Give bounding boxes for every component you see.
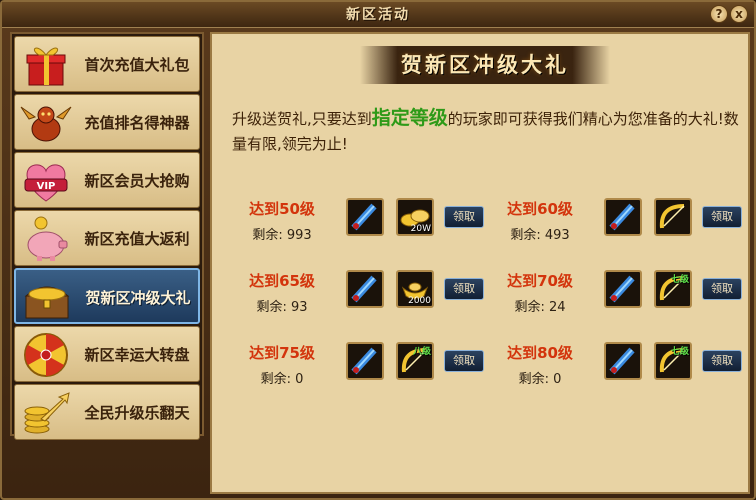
help-button[interactable]: ? [710, 5, 728, 23]
item-quantity: 20W [410, 224, 431, 234]
sidebar-item-recharge-rebate[interactable]: 新区充值大返利 [14, 210, 200, 266]
sidebar-item-level-up-gift[interactable]: 贺新区冲级大礼 [14, 268, 200, 324]
reward-row: 达到65级 剩余: 93 2000 领取 [236, 266, 494, 324]
claim-button[interactable]: 领取 [444, 206, 484, 228]
coin-stack-arrow-icon [24, 392, 70, 434]
golden-bow-icon[interactable] [654, 198, 692, 236]
scroll-icon[interactable] [346, 198, 384, 236]
piggy-bank-icon [27, 216, 68, 261]
title-bar: 新区活动 ? x [2, 2, 754, 28]
claim-button[interactable]: 领取 [702, 278, 742, 300]
claim-button[interactable]: 领取 [444, 278, 484, 300]
vip-heart-icon: VIP [24, 164, 68, 202]
reward-row: 达到80级 剩余: 0 七级 领取 [494, 338, 752, 396]
reward-level: 达到75级 [249, 344, 315, 362]
gift-box-icon [26, 47, 66, 86]
reward-row: 达到75级 剩余: 0 八级 领取 [236, 338, 494, 396]
sidebar-item-first-recharge[interactable]: 首次充值大礼包 [14, 36, 200, 92]
desc-highlight: 指定等级 [371, 107, 448, 129]
reward-remaining: 剩余: 993 [252, 228, 312, 243]
scroll-icon[interactable] [346, 270, 384, 308]
lucky-wheel-icon [24, 333, 68, 377]
gold-ingot-icon[interactable]: 2000 [396, 270, 434, 308]
sidebar-item-recharge-rank[interactable]: 充值排名得神器 [14, 94, 200, 150]
reward-remaining: 剩余: 93 [256, 300, 308, 315]
reward-row: 达到70级 剩余: 24 七级 领取 [494, 266, 752, 324]
reward-row: 达到50级 剩余: 993 20W 领取 [236, 194, 494, 252]
gold-ingots-icon[interactable]: 20W [396, 198, 434, 236]
reward-level: 达到80级 [507, 344, 573, 362]
golden-bow-icon[interactable]: 七级 [654, 270, 692, 308]
desc-text-before: 升级送贺礼,只要达到 [232, 110, 372, 128]
reward-level: 达到70级 [507, 272, 573, 290]
event-description: 升级送贺礼,只要达到指定等级的玩家即可获得我们精心为您准备的大礼!数量有限,领完… [232, 106, 742, 157]
sidebar-item-label: 全民升级乐翻天 [84, 404, 190, 422]
close-button[interactable]: x [730, 5, 748, 23]
scroll-icon[interactable] [604, 198, 642, 236]
sidebar-item-label: 充值排名得神器 [84, 114, 190, 132]
svg-text:VIP: VIP [37, 181, 56, 192]
item-grade-tag: 七级 [670, 347, 689, 357]
sidebar-item-label: 贺新区冲级大礼 [85, 289, 191, 307]
reward-level: 达到60级 [507, 200, 573, 218]
golden-bow-icon[interactable]: 八级 [396, 342, 434, 380]
reward-remaining: 剩余: 493 [510, 228, 570, 243]
sidebar: 首次充值大礼包 充值排名得神器 VIP 新区会员大抢购 新区充值大返利 贺新区冲… [10, 32, 204, 440]
claim-button[interactable]: 领取 [702, 350, 742, 372]
reward-remaining: 剩余: 0 [260, 372, 304, 387]
window-title: 新区活动 [346, 7, 410, 23]
banner: 贺新区冲级大礼 [360, 46, 610, 84]
event-window: 新区活动 ? x 首次充值大礼包 充值排名得神器 VIP 新区会员大抢购 新区充… [0, 0, 756, 500]
main-panel: 贺新区冲级大礼 升级送贺礼,只要达到指定等级的玩家即可获得我们精心为您准备的大礼… [210, 32, 750, 494]
sidebar-item-lucky-wheel[interactable]: 新区幸运大转盘 [14, 326, 200, 382]
reward-remaining: 剩余: 0 [518, 372, 562, 387]
item-quantity: 2000 [408, 296, 431, 306]
golden-bow-icon[interactable]: 七级 [654, 342, 692, 380]
sidebar-item-vip-purchase[interactable]: VIP 新区会员大抢购 [14, 152, 200, 208]
claim-button[interactable]: 领取 [702, 206, 742, 228]
sidebar-item-level-up-fun[interactable]: 全民升级乐翻天 [14, 384, 200, 440]
reward-row: 达到60级 剩余: 493 领取 [494, 194, 752, 252]
scroll-icon[interactable] [604, 342, 642, 380]
item-grade-tag: 八级 [412, 347, 431, 357]
scroll-icon[interactable] [604, 270, 642, 308]
scroll-icon[interactable] [346, 342, 384, 380]
reward-level: 达到65级 [249, 272, 315, 290]
treasure-chest-icon [24, 286, 70, 319]
item-grade-tag: 七级 [670, 275, 689, 285]
reward-level: 达到50级 [249, 200, 315, 218]
sidebar-item-label: 新区充值大返利 [84, 230, 190, 248]
sidebar-item-label: 新区幸运大转盘 [84, 346, 190, 364]
claim-button[interactable]: 领取 [444, 350, 484, 372]
reward-remaining: 剩余: 24 [514, 300, 566, 315]
sidebar-item-label: 首次充值大礼包 [84, 56, 190, 74]
banner-title: 贺新区冲级大礼 [401, 53, 569, 77]
sidebar-item-label: 新区会员大抢购 [84, 172, 190, 190]
dragon-icon [20, 106, 72, 142]
